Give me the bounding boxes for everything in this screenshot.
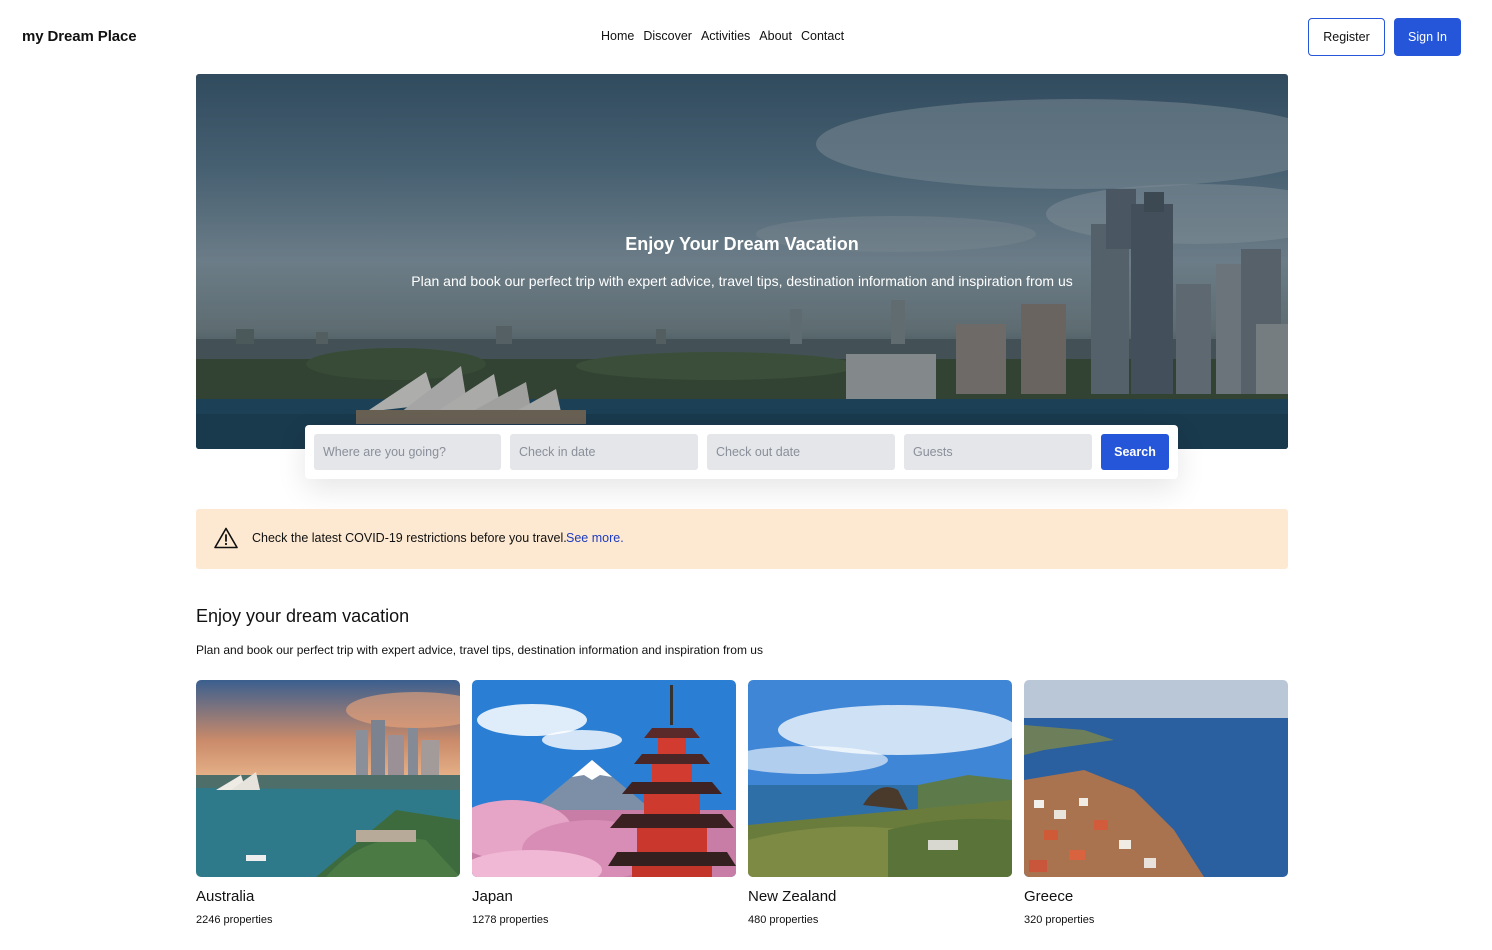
section-subtitle: Plan and book our perfect trip with expe…: [196, 643, 763, 657]
checkout-input[interactable]: [707, 434, 895, 470]
australia-image: [196, 680, 460, 877]
destination-name: Greece: [1024, 888, 1074, 905]
alert-see-more-link[interactable]: See more.: [566, 531, 624, 545]
section-title: Enjoy your dream vacation: [196, 606, 410, 626]
destination-card-japan[interactable]: Japan 1278 properties: [472, 680, 736, 926]
destination-card-australia[interactable]: Australia 2246 properties: [196, 680, 460, 926]
destination-count: 1278 properties: [472, 914, 549, 926]
nav-discover[interactable]: Discover: [643, 29, 692, 43]
main-nav: Home Discover Activities About Contact: [601, 29, 844, 43]
guests-input[interactable]: [904, 434, 1092, 470]
destination-input[interactable]: [314, 434, 501, 470]
destination-name: New Zealand: [748, 888, 837, 905]
site-logo[interactable]: my Dream Place: [22, 28, 137, 45]
register-button[interactable]: Register: [1308, 18, 1385, 56]
destination-count: 480 properties: [748, 914, 819, 926]
new-zealand-image: [748, 680, 1012, 877]
site-header: my Dream Place Home Discover Activities …: [0, 0, 1492, 74]
covid-alert: Check the latest COVID-19 restrictions b…: [196, 509, 1288, 569]
search-button[interactable]: Search: [1101, 434, 1169, 470]
search-bar: Search: [305, 425, 1178, 479]
nav-about[interactable]: About: [759, 29, 792, 43]
nav-activities[interactable]: Activities: [701, 29, 750, 43]
destination-card-greece[interactable]: Greece 320 properties: [1024, 680, 1288, 926]
nav-home[interactable]: Home: [601, 29, 634, 43]
destination-count: 320 properties: [1024, 914, 1095, 926]
japan-image: [472, 680, 736, 877]
destination-name: Japan: [472, 888, 513, 905]
destination-name: Australia: [196, 888, 255, 905]
hero-title: Enjoy Your Dream Vacation: [625, 234, 859, 254]
signin-button[interactable]: Sign In: [1394, 18, 1461, 56]
warning-icon: [214, 527, 238, 549]
hero-overlay: [196, 74, 1288, 449]
nav-contact[interactable]: Contact: [801, 29, 844, 43]
greece-image: [1024, 680, 1288, 877]
destination-card-new-zealand[interactable]: New Zealand 480 properties: [748, 680, 1012, 926]
alert-message: Check the latest COVID-19 restrictions b…: [252, 531, 567, 545]
hero-banner: Enjoy Your Dream Vacation Plan and book …: [196, 74, 1288, 449]
destination-count: 2246 properties: [196, 914, 273, 926]
hero-subtitle: Plan and book our perfect trip with expe…: [411, 273, 1073, 289]
checkin-input[interactable]: [510, 434, 698, 470]
